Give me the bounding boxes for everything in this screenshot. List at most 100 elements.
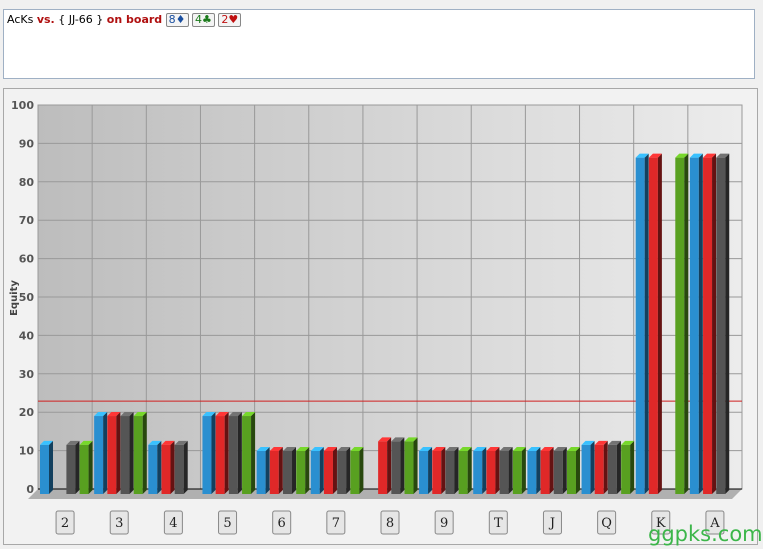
bar-side [211, 412, 216, 494]
bar [486, 450, 496, 494]
y-axis-label: Equity [9, 280, 20, 316]
y-tick-label: 40 [19, 329, 35, 342]
bar [269, 450, 279, 494]
bar-side [644, 153, 649, 494]
bar-side [265, 446, 270, 494]
equity-chart: 0102030405060708090100Equity2 3 4 5 6 7 8 9 T J Q K… [9, 99, 743, 535]
bar-side [590, 440, 595, 494]
bar-side [630, 440, 635, 494]
bar [107, 416, 117, 494]
bar [419, 450, 429, 494]
y-tick-label: 90 [19, 137, 35, 150]
bar [350, 450, 360, 494]
bar-side [467, 446, 472, 494]
bar-side [142, 412, 147, 494]
bar [432, 450, 442, 494]
bar-side [332, 446, 337, 494]
x-tick-label: J [548, 516, 555, 531]
x-tick-label: Q [601, 516, 612, 531]
bar-side [224, 412, 229, 494]
bar [337, 450, 347, 494]
x-tick-label: 3 [115, 516, 123, 531]
bar [378, 441, 388, 494]
y-tick-label: 10 [19, 445, 35, 458]
bar-side [482, 446, 487, 494]
bar-side [428, 446, 433, 494]
bar-side [346, 446, 351, 494]
bar-side [616, 440, 621, 494]
x-tick-label: 6 [278, 516, 286, 531]
bar [648, 157, 658, 494]
bar-side [508, 446, 513, 494]
bar [66, 444, 76, 494]
y-tick-label: 100 [11, 99, 34, 112]
bar-side [725, 153, 730, 494]
bar [256, 450, 266, 494]
bar-side [278, 446, 283, 494]
bar-side [183, 440, 188, 494]
bar-side [292, 446, 297, 494]
bar-side [237, 412, 242, 494]
bar-side [441, 446, 446, 494]
bar [174, 444, 184, 494]
bar-side [400, 437, 405, 494]
bar [296, 450, 306, 494]
bar-side [319, 446, 324, 494]
bar [283, 450, 293, 494]
bar [94, 416, 104, 494]
y-tick-label: 20 [19, 406, 35, 419]
bar [594, 444, 604, 494]
bar [553, 450, 563, 494]
bar [621, 444, 631, 494]
bar [607, 444, 617, 494]
y-tick-label: 50 [19, 291, 35, 304]
bar-side [251, 412, 256, 494]
x-tick-label: 7 [332, 516, 340, 531]
y-tick-label: 30 [19, 368, 35, 381]
bar [499, 450, 509, 494]
bar [458, 450, 468, 494]
bar-side [170, 440, 175, 494]
bar-side [603, 440, 608, 494]
bar-side [413, 437, 418, 494]
bar [473, 450, 483, 494]
bar-side [562, 446, 567, 494]
y-tick-label: 80 [19, 176, 35, 189]
bar-side [305, 446, 310, 494]
bar-side [454, 446, 459, 494]
bar [161, 444, 171, 494]
bar [228, 416, 238, 494]
y-tick-label: 60 [19, 253, 35, 266]
bar [40, 444, 49, 494]
bar [148, 444, 158, 494]
x-tick-label: T [494, 516, 503, 531]
bar-side [495, 446, 500, 494]
bar [581, 444, 591, 494]
bar [202, 416, 212, 494]
bar-side [387, 437, 392, 494]
bar [635, 157, 645, 494]
bar-side [49, 440, 53, 494]
bar [242, 416, 252, 494]
bar [445, 450, 455, 494]
x-tick-label: 4 [169, 516, 177, 531]
x-tick-label: 8 [386, 516, 394, 531]
x-tick-label: 2 [61, 516, 69, 531]
bar [310, 450, 320, 494]
bar-side [88, 440, 93, 494]
bar [540, 450, 550, 494]
bar [566, 450, 576, 494]
bar-side [698, 153, 703, 494]
x-tick-label: 9 [440, 516, 448, 531]
bar-side [359, 446, 364, 494]
bar [120, 416, 130, 494]
bar-side [75, 440, 80, 494]
watermark: ggpks.com [648, 522, 763, 546]
bar-side [129, 412, 134, 494]
y-tick-label: 70 [19, 214, 35, 227]
bar-side [103, 412, 108, 494]
bar [675, 157, 685, 494]
bar [527, 450, 537, 494]
bar-side [575, 446, 580, 494]
bar-side [684, 153, 689, 494]
